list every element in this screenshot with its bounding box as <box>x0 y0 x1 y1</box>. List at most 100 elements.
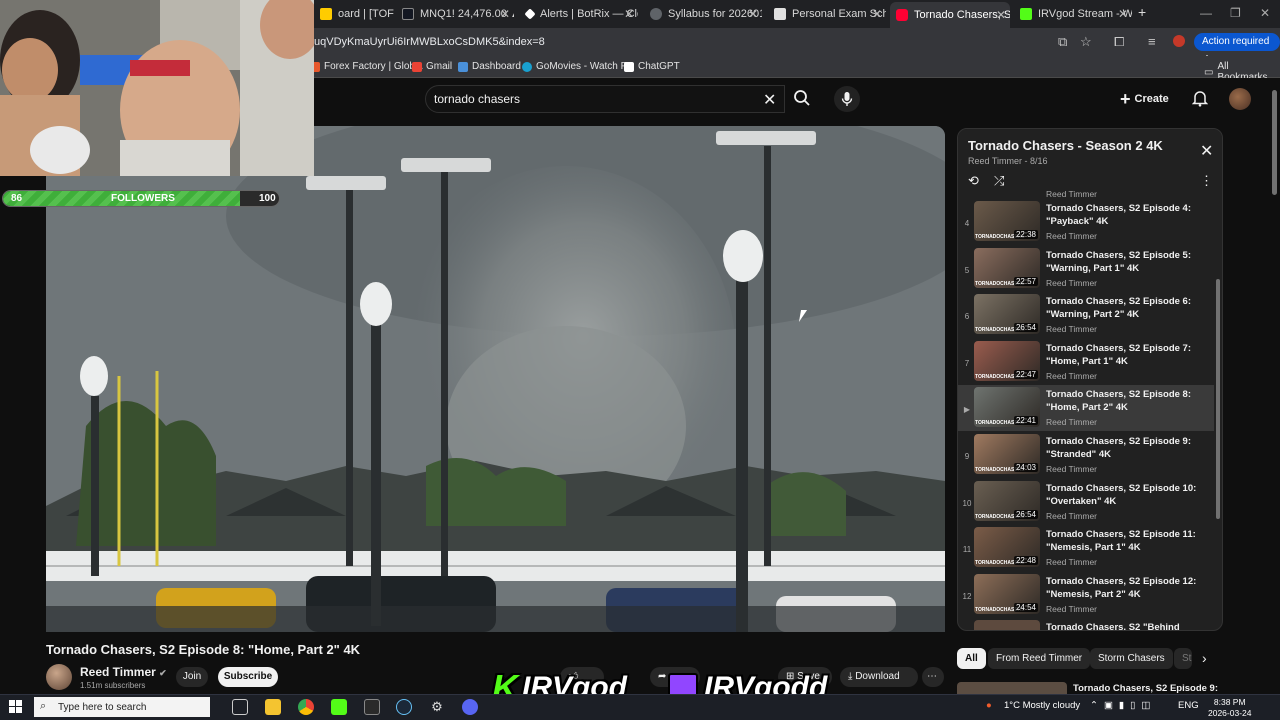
mic-icon[interactable] <box>834 86 860 112</box>
playlist-item-title: Tornado Chasers, S2 "Behind <box>1046 622 1180 631</box>
extensions-icon[interactable]: ⧠ <box>1114 34 1124 50</box>
playlist-menu-icon[interactable]: ⋮ <box>1200 173 1213 189</box>
notifications-bell-icon[interactable] <box>1191 89 1209 112</box>
epic-games-icon[interactable] <box>364 699 380 715</box>
taskbar-search[interactable]: Type here to search <box>34 697 210 717</box>
profile-icon[interactable] <box>1173 35 1185 47</box>
bookmark-item[interactable]: GoMovies - Watch F... <box>522 61 634 72</box>
playlist-item-channel: Reed Timmer <box>1046 231 1098 241</box>
playlist-item[interactable]: 10 TORNADOCHASERS 26:54 Tornado Chasers, S2… <box>958 479 1214 525</box>
close-playlist-icon[interactable]: ✕ <box>1200 141 1213 161</box>
new-tab-icon[interactable]: + <box>1138 4 1146 20</box>
settings-gear-icon[interactable]: ⚙ <box>429 699 445 715</box>
close-tab-icon[interactable]: ✕ <box>872 7 882 21</box>
tab-favicon <box>774 8 786 20</box>
subscribe-button[interactable]: Subscribe <box>218 667 278 687</box>
url-field[interactable]: uqVDyKmaUyrUi6IrMWBLxoCsDMK5&index=8 <box>314 36 545 48</box>
playlist-item[interactable]: 11 TORNADOCHASERS 22:48 Tornado Chasers, S2… <box>958 525 1214 571</box>
windows-start-icon[interactable] <box>9 700 22 713</box>
playlist-scrollbar[interactable] <box>1216 279 1220 519</box>
playlist-item-channel: Reed Timmer <box>1046 557 1098 568</box>
playlist-item-partial[interactable]: Tornado Chasers, S2 "Behind <box>958 618 1214 631</box>
browser-tab[interactable]: IRVgod Stream - Wa ✕ <box>1014 4 1132 24</box>
playlist-item[interactable]: 7 TORNADOCHASERS 22:47 Tornado Chasers, S2 … <box>958 339 1214 385</box>
browser-tab[interactable]: Personal Exam Sched✕ <box>768 4 886 24</box>
clear-search-icon[interactable]: ✕ <box>763 90 776 110</box>
playlist-panel: 4 TORNADOCHASERS 22:38 Tornado Chasers, S2 … <box>957 128 1223 631</box>
playlist-item-index: 4 <box>964 219 970 228</box>
chevron-right-icon[interactable]: › <box>1202 650 1207 666</box>
browser-tab[interactable]: Alerts | BotRix — Clo ✕ <box>520 4 638 24</box>
playlist-item[interactable]: 12 TORNADOCHASERS 24:54 Tornado Chasers, S2… <box>958 572 1214 618</box>
playlist-item-index: 10 <box>962 498 972 508</box>
playlist-title[interactable]: Tornado Chasers - Season 2 4K <box>968 138 1163 153</box>
more-actions-button[interactable]: ⋯ <box>922 667 944 687</box>
discord-icon[interactable] <box>462 699 478 715</box>
action-required-button[interactable]: Action required ⋮ <box>1194 33 1280 65</box>
download-label: Download <box>855 671 900 682</box>
playlist-item[interactable]: 5 TORNADOCHASERS 22:57 Tornado Chasers, S2 … <box>958 246 1214 292</box>
file-explorer-icon[interactable] <box>265 699 281 715</box>
download-button[interactable]: ⤓ Download <box>840 667 918 687</box>
clock[interactable]: 8:38 PM 2026-03-24 <box>1208 697 1251 719</box>
join-button[interactable]: Join <box>176 667 208 687</box>
channel-name[interactable]: Reed Timmer ✔ <box>80 665 167 679</box>
bookmark-item[interactable]: Forex Factory | Glob... <box>310 61 423 72</box>
playlist-item-index: 6 <box>964 312 970 322</box>
media-controls-icon[interactable]: ≡ <box>1148 34 1156 49</box>
weather-icon[interactable]: ● <box>986 700 992 711</box>
recommendation-title[interactable]: Tornado Chasers, S2 Episode 9: <box>1073 683 1218 694</box>
close-tab-icon[interactable]: ✕ <box>624 7 634 21</box>
browser-tab[interactable]: MNQ1! 24,476.00 ▲ ✕ <box>396 4 514 24</box>
search-query[interactable]: tornado chasers <box>434 92 520 106</box>
playlist-item[interactable]: 9 TORNADOCHASERS 24:03 Tornado Chasers, S2 … <box>958 432 1214 478</box>
subscriber-count: 1.51m subscribers <box>80 681 146 690</box>
bookmark-item[interactable]: ChatGPT <box>624 61 680 72</box>
close-tab-icon[interactable]: ✕ <box>996 8 1006 22</box>
bookmark-item[interactable]: Dashboard <box>458 61 521 72</box>
playlist-item-thumbnail <box>974 620 1040 630</box>
maximize-icon[interactable]: ❐ <box>1230 6 1241 20</box>
channel-avatar[interactable] <box>46 664 72 690</box>
close-tab-icon[interactable]: ✕ <box>1118 7 1128 21</box>
chip-all[interactable]: All <box>957 648 986 669</box>
close-tab-icon[interactable]: ✕ <box>748 7 758 21</box>
playlist-item[interactable]: 4 TORNADOCHASERS 22:38 Tornado Chasers, S2 … <box>958 199 1214 245</box>
playlist-item-duration: 22:41 <box>1013 416 1038 426</box>
playlist-item-title: Tornado Chasers, S2 Episode 10: "Overtak… <box>1046 482 1197 507</box>
search-icon[interactable] <box>793 89 811 112</box>
account-avatar[interactable] <box>1229 88 1251 110</box>
playlist-item[interactable]: 6 TORNADOCHASERS 26:54 Tornado Chasers, S2 … <box>958 292 1214 338</box>
playlist-item-channel: Reed Timmer <box>1046 417 1098 428</box>
chrome-icon[interactable] <box>298 699 314 715</box>
browser-tab[interactable]: oard | [TOF72 <box>314 4 394 24</box>
playlist-item-thumbnail: TORNADOCHASERS 22:41 <box>974 387 1040 428</box>
close-tab-icon[interactable]: ✕ <box>500 7 510 21</box>
page-scrollbar[interactable] <box>1272 90 1277 195</box>
playlist-item-index: 5 <box>964 265 970 275</box>
tray-icons[interactable]: ⌃▣▮▯◫ <box>1090 700 1156 711</box>
browser-tab-active[interactable]: Tornado Chasers, S2 ✕ <box>890 2 1010 28</box>
shuffle-icon[interactable]: ⤮ <box>994 173 1004 189</box>
create-button[interactable]: + Create <box>1120 88 1169 110</box>
playlist-item-current[interactable]: ▶ TORNADOCHASERS 22:41 Tornado Chasers, S2 … <box>958 385 1214 432</box>
chip-storm-chasers[interactable]: Storm Chasers <box>1090 648 1173 669</box>
close-window-icon[interactable]: ✕ <box>1260 6 1270 20</box>
weather-text[interactable]: 1°C Mostly cloudy <box>1004 700 1080 711</box>
chip-more[interactable]: St <box>1174 648 1192 669</box>
bookmark-item[interactable]: Gmail <box>412 61 452 72</box>
create-label: Create <box>1134 93 1169 105</box>
chip-from-channel[interactable]: From Reed Timmer <box>988 648 1091 669</box>
bookmark-star-icon[interactable]: ☆ <box>1080 34 1092 50</box>
steam-icon[interactable] <box>396 699 412 715</box>
browser-tab[interactable]: Syllabus for 202601 ✕ <box>644 4 762 24</box>
language-indicator[interactable]: ENG <box>1178 700 1199 711</box>
minimize-icon[interactable]: — <box>1200 6 1212 20</box>
tab-favicon <box>524 8 536 20</box>
cast-icon[interactable]: ⧉ <box>1058 34 1067 50</box>
task-view-icon[interactable] <box>232 699 248 715</box>
webcam-overlay <box>0 0 314 176</box>
loop-icon[interactable]: ⟲ <box>968 173 979 189</box>
app-icon[interactable] <box>331 699 347 715</box>
playlist-item-duration: 24:54 <box>1013 602 1038 612</box>
